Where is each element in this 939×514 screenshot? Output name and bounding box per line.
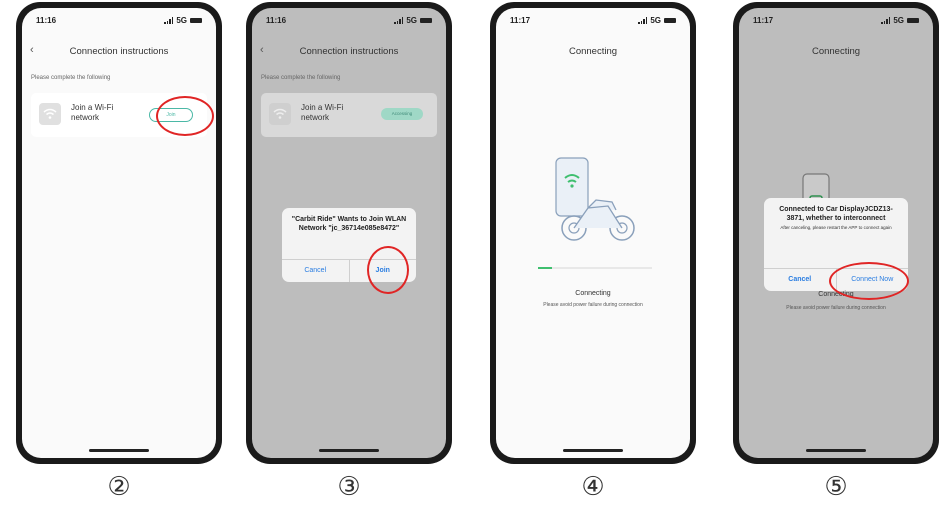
status-time: 11:17 xyxy=(753,16,774,25)
status-time: 11:16 xyxy=(266,16,287,25)
signal-icon xyxy=(164,17,174,24)
status-bar: 11:16 5G xyxy=(264,16,434,28)
card-label: Join a Wi-Fi network xyxy=(71,103,114,122)
phone-screen: 11:16 5G ‹ Connection instructions Pleas… xyxy=(22,8,216,458)
signal-icon xyxy=(638,17,648,24)
status-bar: 11:16 5G xyxy=(34,16,204,28)
connection-progress-bar xyxy=(538,267,652,269)
dialog-title: "Carbit Ride" Wants to Join WLAN Network… xyxy=(291,216,407,232)
status-time: 11:17 xyxy=(510,16,531,25)
page-title: Connection instructions xyxy=(69,46,169,57)
page-title: Connecting xyxy=(811,46,861,57)
wifi-icon xyxy=(39,103,61,125)
home-indicator xyxy=(563,449,623,452)
highlight-circle xyxy=(156,96,214,136)
join-wifi-card: Join a Wi-Fi network Accessing xyxy=(261,93,437,137)
signal-icon xyxy=(881,17,891,24)
battery-icon xyxy=(907,18,919,23)
step-number: ④ xyxy=(581,472,605,502)
home-indicator xyxy=(89,449,149,452)
network-label: 5G xyxy=(176,16,187,25)
page-title: Connection instructions xyxy=(299,46,399,57)
dialog-note: After canceling, please restart the APP … xyxy=(780,225,892,230)
home-indicator xyxy=(806,449,866,452)
card-label: Join a Wi-Fi network xyxy=(301,103,344,122)
home-indicator xyxy=(319,449,379,452)
signal-icon xyxy=(394,17,404,24)
battery-icon xyxy=(420,18,432,23)
network-label: 5G xyxy=(650,16,661,25)
phone-motorcycle-illustration xyxy=(555,157,635,241)
status-bar: 11:17 5G xyxy=(508,16,678,28)
instructions-hint: Please complete the following xyxy=(261,75,341,81)
status-time: 11:16 xyxy=(36,16,57,25)
connecting-label: Connecting xyxy=(575,290,611,297)
page-title: Connecting xyxy=(568,46,618,57)
step-number: ③ xyxy=(337,472,361,502)
network-label: 5G xyxy=(893,16,904,25)
power-warning: Please avoid power failure during connec… xyxy=(786,305,886,311)
accessing-badge: Accessing xyxy=(381,108,423,120)
phone-step-3: 11:16 5G ‹ Connection instructions Pleas… xyxy=(246,2,452,464)
progress-fill xyxy=(538,267,552,269)
phone-step-5: 11:17 5G Connecting Connected to Car Dis… xyxy=(733,2,939,464)
step-number: ② xyxy=(107,472,131,502)
cancel-button[interactable]: Cancel xyxy=(764,269,836,291)
status-bar: 11:17 5G xyxy=(751,16,921,28)
dialog-title: Connected to Car DisplayJCDZ13-3871, whe… xyxy=(779,206,893,222)
battery-icon xyxy=(190,18,202,23)
battery-icon xyxy=(664,18,676,23)
step-number: ⑤ xyxy=(824,472,848,502)
network-label: 5G xyxy=(406,16,417,25)
cancel-button[interactable]: Cancel xyxy=(282,260,349,282)
power-warning: Please avoid power failure during connec… xyxy=(543,302,643,308)
phone-screen: 11:17 5G Connecting Connecting Please av… xyxy=(496,8,690,458)
instructions-hint: Please complete the following xyxy=(31,75,111,81)
highlight-circle xyxy=(829,262,909,300)
phone-step-2: 11:16 5G ‹ Connection instructions Pleas… xyxy=(16,2,222,464)
wifi-icon xyxy=(269,103,291,125)
phone-screen: 11:17 5G Connecting Connected to Car Dis… xyxy=(739,8,933,458)
phone-screen: 11:16 5G ‹ Connection instructions Pleas… xyxy=(252,8,446,458)
phone-step-4: 11:17 5G Connecting Connecting Please av… xyxy=(490,2,696,464)
highlight-circle xyxy=(367,246,409,294)
